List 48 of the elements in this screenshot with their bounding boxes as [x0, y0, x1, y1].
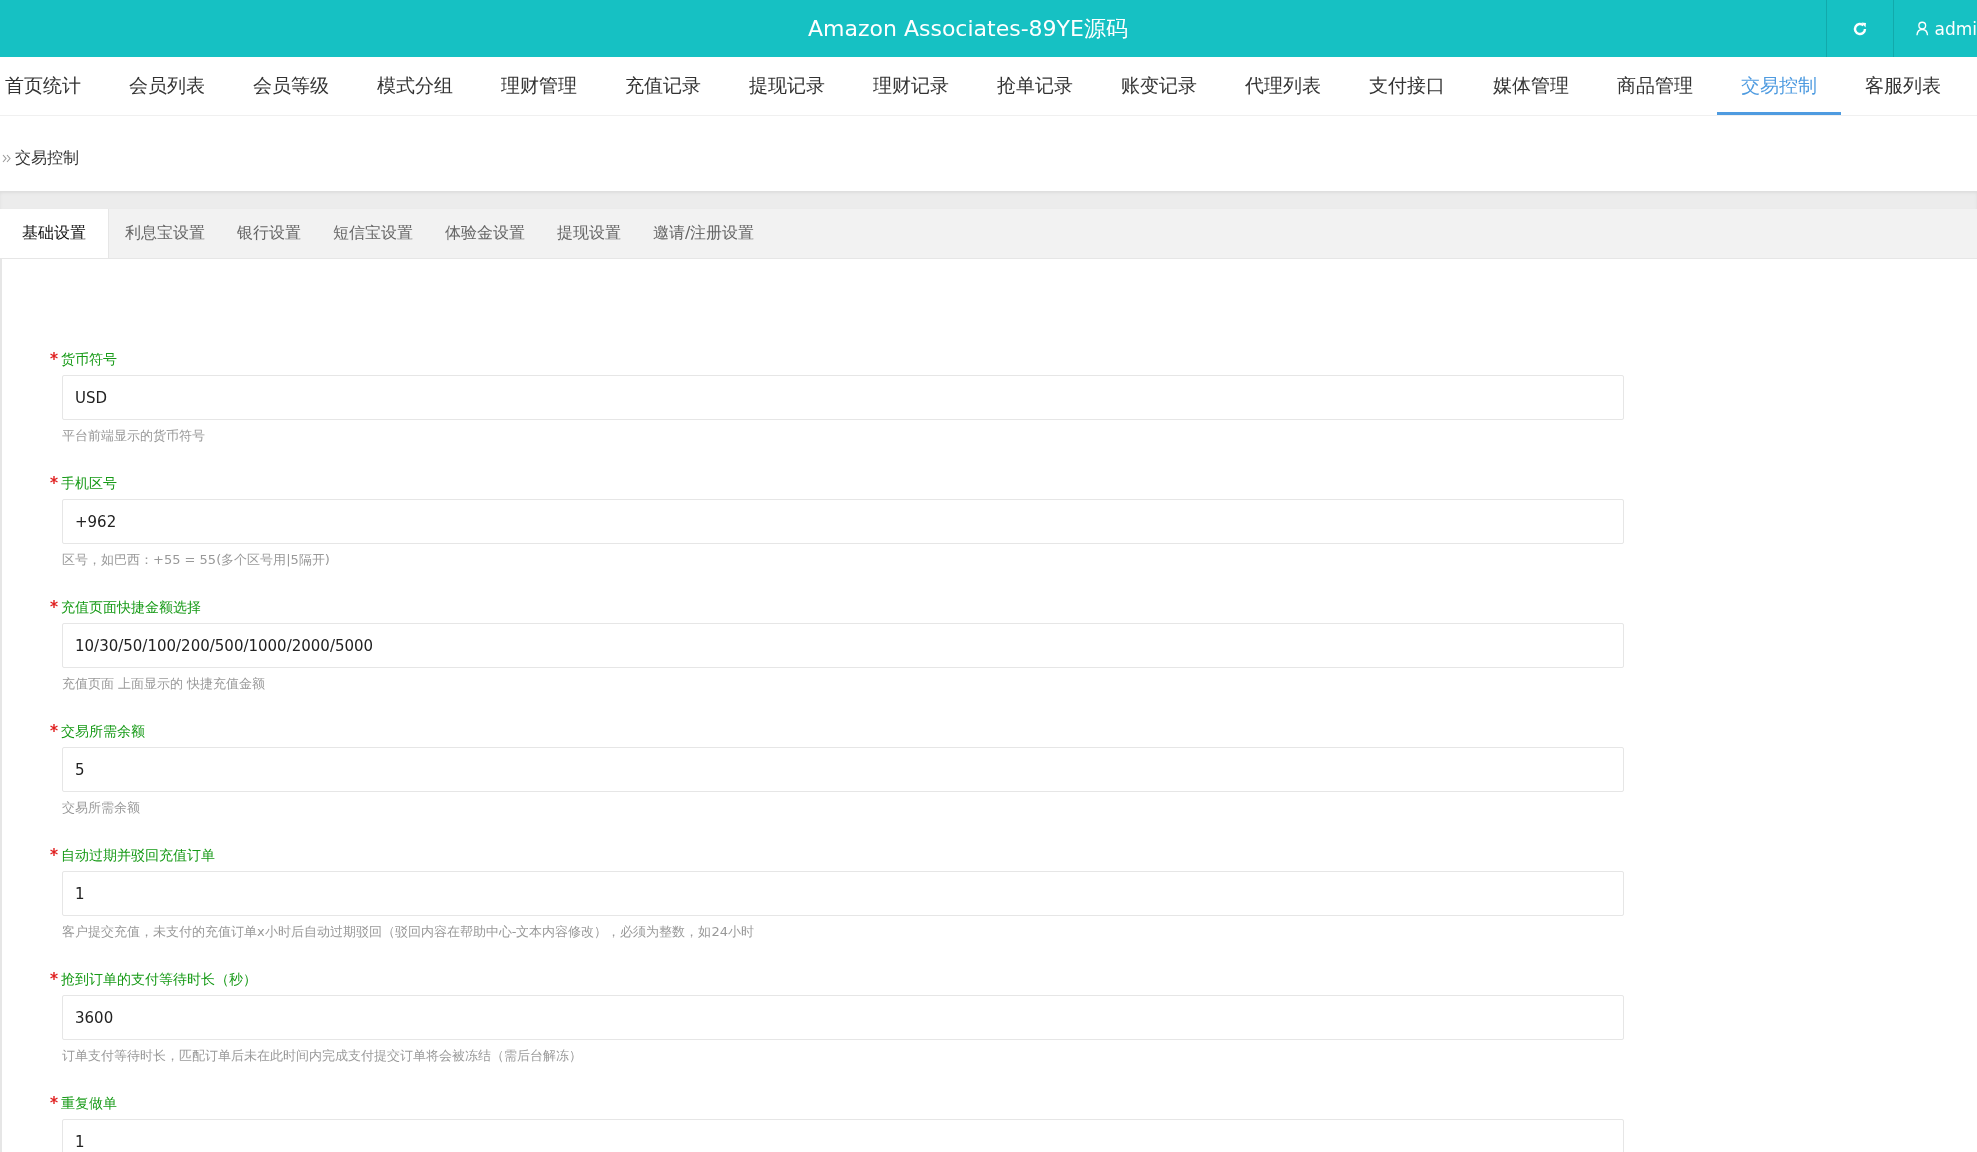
settings-tab[interactable]: 利息宝设置 [109, 209, 221, 258]
nav-tab[interactable]: 账变记录 [1097, 57, 1221, 115]
input-field[interactable]: USD [62, 375, 1624, 420]
field-label: 重复做单 [61, 1095, 117, 1113]
app-title: Amazon Associates-89YE源码 [807, 14, 1129, 43]
nav-tab[interactable]: 理财管理 [477, 57, 601, 115]
nav-tab[interactable]: 抢单记录 [973, 57, 1097, 115]
field-hint: 订单支付等待时长，匹配订单后未在此时间内完成支付提交订单将会被冻结（需后台解冻） [62, 1047, 583, 1065]
nav-tab[interactable]: 充值记录 [601, 57, 725, 115]
field-label: 抢到订单的支付等待时长（秒） [61, 971, 257, 989]
input-field[interactable]: 5 [62, 747, 1624, 792]
nav-tab[interactable]: 媒体管理 [1469, 57, 1593, 115]
settings-tab[interactable]: 基础设置 [0, 209, 109, 258]
refresh-icon [1852, 20, 1868, 37]
nav-tab[interactable]: 首页统计 [0, 57, 105, 115]
field-hint: 客户提交充值，未支付的充值订单x小时后自动过期驳回（驳回内容在帮助中心-文本内容修改），必须为整数，如24小时 [62, 923, 755, 941]
field-hint: 区号，如巴西：+55 = 55(多个区号用|5隔开) [62, 551, 331, 569]
field-label: 自动过期并驳回充值订单 [61, 847, 215, 865]
input-field[interactable]: 10/30/50/100/200/500/1000/2000/5000 [62, 623, 1624, 668]
input-field[interactable]: 1 [62, 871, 1624, 916]
nav-tab[interactable]: 模式分组 [353, 57, 477, 115]
settings-tab[interactable]: 短信宝设置 [317, 209, 429, 258]
nav-tab[interactable]: 会员等级 [229, 57, 353, 115]
field-label: 交易所需余额 [61, 723, 145, 741]
nav-tab[interactable]: 商品管理 [1593, 57, 1717, 115]
nav-tab[interactable]: 代理列表 [1221, 57, 1345, 115]
nav-tab[interactable]: 支付接口 [1345, 57, 1469, 115]
breadcrumb: 交易控制 [15, 148, 79, 169]
settings-tab[interactable]: 邀请/注册设置 [637, 209, 771, 258]
settings-tab[interactable]: 体验金设置 [429, 209, 541, 258]
field-label: 手机区号 [61, 475, 117, 493]
input-field[interactable]: +962 [62, 499, 1624, 544]
input-field[interactable]: 1 [62, 1119, 1624, 1152]
field-label: 货币符号 [61, 351, 117, 369]
field-hint: 平台前端显示的货币符号 [62, 427, 206, 445]
user-name: admi [1934, 18, 1977, 39]
nav-tab[interactable]: 客服列表 [1841, 57, 1965, 115]
field-hint: 交易所需余额 [62, 799, 141, 817]
nav-tab[interactable]: 理财记录 [849, 57, 973, 115]
field-label: 充值页面快捷金额选择 [61, 599, 201, 617]
input-field[interactable]: 3600 [62, 995, 1624, 1040]
double-chevron-icon [2, 154, 11, 163]
nav-tab[interactable]: 会员列表 [105, 57, 229, 115]
settings-tab[interactable]: 银行设置 [221, 209, 317, 258]
nav-tab[interactable]: 提现记录 [725, 57, 849, 115]
settings-tab[interactable]: 提现设置 [541, 209, 637, 258]
user-icon [1916, 21, 1929, 36]
field-hint: 充值页面 上面显示的 快捷充值金额 [62, 675, 267, 693]
